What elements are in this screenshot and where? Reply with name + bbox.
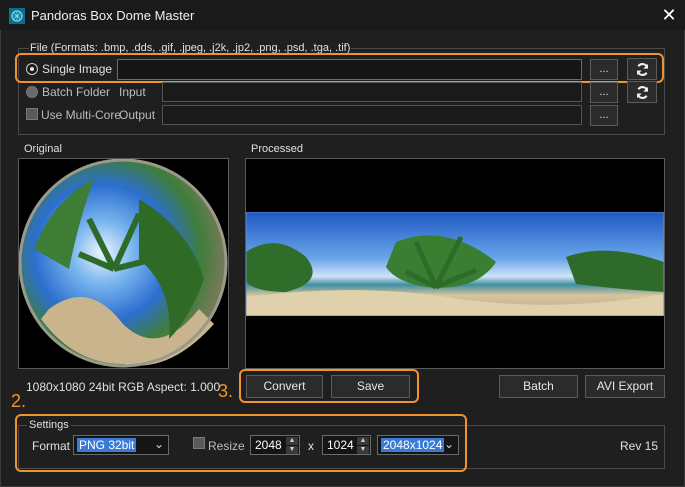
convert-button[interactable]: Convert [246, 375, 323, 398]
batch-button[interactable]: Batch [499, 375, 578, 398]
output-folder-field[interactable] [162, 105, 582, 125]
format-label: Format [32, 439, 71, 453]
batch-folder-radio[interactable] [26, 86, 38, 98]
height-stepper[interactable]: 1024 ▲ ▼ [322, 435, 371, 455]
settings-group-label: Settings [27, 419, 71, 431]
single-image-label: Single Image [42, 62, 113, 76]
format-value: PNG 32bit [77, 438, 137, 452]
output-browse-button[interactable]: ... [590, 105, 618, 126]
chevron-down-icon: ⌄ [153, 437, 164, 451]
height-value: 1024 [327, 438, 354, 452]
batch-refresh-button[interactable] [627, 81, 657, 103]
use-multicore-label: Use Multi-Core [41, 108, 122, 122]
annotation-2: 2. [11, 391, 27, 411]
input-browse-button[interactable]: ... [590, 82, 618, 103]
resolution-preset-value: 2048x1024 [381, 438, 445, 452]
resolution-preset-select[interactable]: 2048x1024 ⌄ [377, 435, 459, 455]
height-down-icon[interactable]: ▼ [357, 446, 369, 454]
resize-checkbox[interactable] [193, 437, 205, 449]
app-logo-icon [9, 8, 25, 24]
fisheye-preview-image [19, 159, 228, 368]
window-title: Pandoras Box Dome Master [31, 8, 195, 23]
original-label: Original [24, 143, 62, 155]
refresh-icon [636, 86, 649, 99]
processed-image-panel [245, 158, 665, 369]
resize-label: Resize [208, 439, 245, 453]
image-info-text: 1080x1080 24bit RGB Aspect: 1.000 [26, 380, 221, 394]
revision-label: Rev 15 [620, 439, 659, 453]
processed-label: Processed [251, 143, 303, 155]
width-up-icon[interactable]: ▲ [286, 437, 298, 445]
width-value: 2048 [255, 438, 282, 452]
input-label: Input [119, 85, 146, 99]
format-select[interactable]: PNG 32bit ⌄ [73, 435, 169, 455]
close-icon[interactable]: ✕ [660, 5, 678, 25]
output-label: Output [119, 108, 156, 122]
input-folder-field[interactable] [162, 82, 582, 102]
use-multicore-checkbox[interactable] [26, 108, 38, 120]
original-image-panel [18, 158, 229, 369]
single-image-browse-button[interactable]: ... [590, 59, 618, 80]
single-image-path-field[interactable] [117, 59, 582, 80]
batch-folder-label: Batch Folder [42, 85, 111, 99]
avi-export-button[interactable]: AVI Export [585, 375, 665, 398]
refresh-icon [636, 63, 649, 76]
width-down-icon[interactable]: ▼ [286, 446, 298, 454]
single-image-refresh-button[interactable] [627, 58, 657, 80]
equirectangular-preview-image [246, 212, 664, 316]
width-stepper[interactable]: 2048 ▲ ▼ [250, 435, 300, 455]
height-up-icon[interactable]: ▲ [357, 437, 369, 445]
single-image-radio[interactable] [26, 63, 38, 75]
annotation-3: 3. [218, 381, 234, 401]
save-button[interactable]: Save [331, 375, 410, 398]
dimension-x-label: x [308, 439, 314, 453]
chevron-down-icon: ⌄ [443, 437, 454, 451]
